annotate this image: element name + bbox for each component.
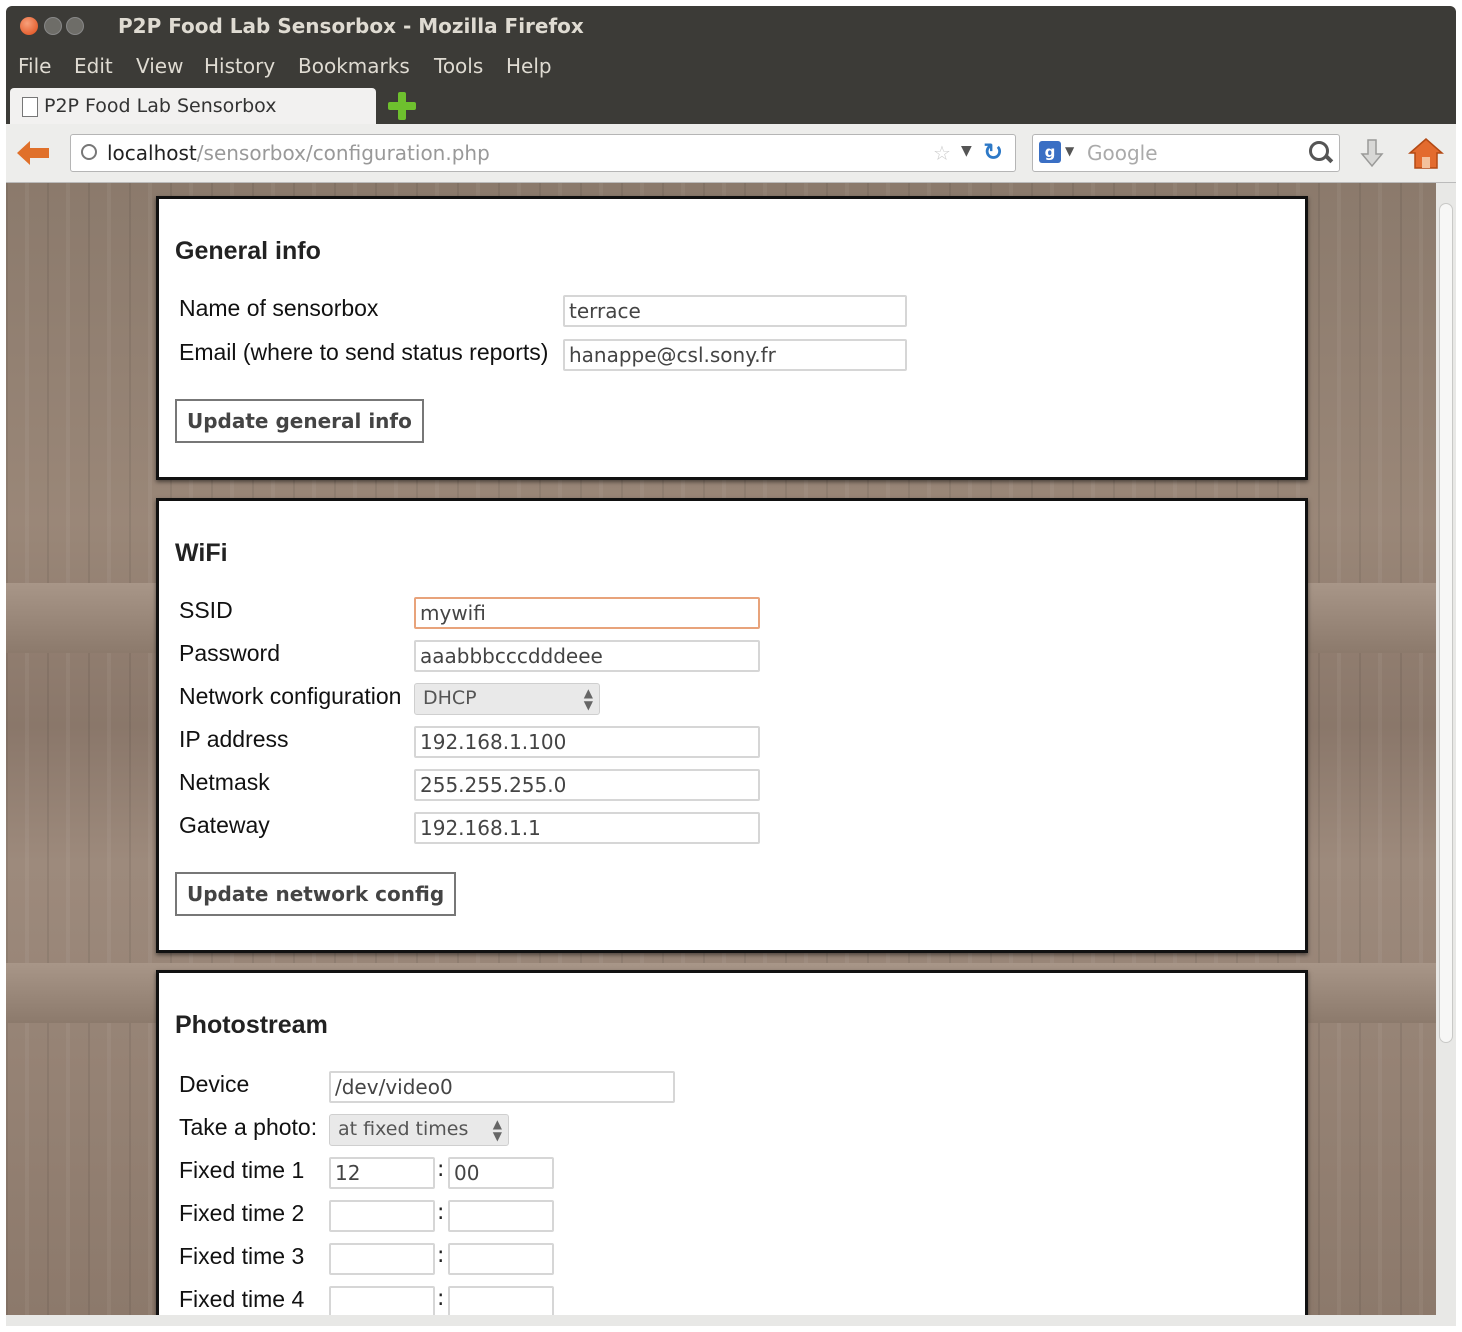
- gateway-label: Gateway: [179, 812, 270, 838]
- sensorbox-name-input[interactable]: terrace: [563, 295, 907, 327]
- search-placeholder: Google: [1087, 141, 1158, 165]
- network-configuration-value: DHCP: [423, 687, 477, 709]
- search-bar[interactable]: g ▼ Google: [1032, 134, 1340, 172]
- search-icon[interactable]: [1309, 141, 1329, 161]
- fixed-time-1-minute-input[interactable]: 00: [448, 1157, 554, 1189]
- reload-icon[interactable]: ↻: [983, 138, 1003, 166]
- browser-window: P2P Food Lab Sensorbox - Mozilla Firefox…: [6, 6, 1456, 1326]
- time-separator: :: [437, 1157, 445, 1182]
- fixed-time-2-hour-input[interactable]: [329, 1200, 435, 1232]
- menu-view[interactable]: View: [136, 54, 183, 78]
- fixed-time-1-label: Fixed time 1: [179, 1157, 305, 1183]
- fixed-time-3-minute-input[interactable]: [448, 1243, 554, 1275]
- select-arrows-icon: ▲ ▼: [492, 1117, 502, 1143]
- wifi-panel: WiFi SSID mywifi Password aaabbbcccdddee…: [156, 498, 1308, 953]
- netmask-label: Netmask: [179, 769, 270, 795]
- new-tab-icon[interactable]: [388, 92, 416, 120]
- fixed-time-3-hour-input[interactable]: [329, 1243, 435, 1275]
- ssid-input[interactable]: mywifi: [414, 597, 760, 629]
- fixed-time-4-hour-input[interactable]: [329, 1286, 435, 1315]
- vertical-scrollbar[interactable]: [1436, 183, 1456, 1315]
- time-separator: :: [437, 1200, 445, 1225]
- update-network-config-button[interactable]: Update network config: [175, 872, 457, 916]
- title-bar: P2P Food Lab Sensorbox - Mozilla Firefox: [6, 6, 1456, 46]
- fixed-time-4-label: Fixed time 4: [179, 1286, 305, 1312]
- email-label: Email (where to send status reports): [179, 339, 549, 365]
- minimize-window-icon[interactable]: [44, 17, 62, 35]
- maximize-window-icon[interactable]: [66, 17, 84, 35]
- menu-file[interactable]: File: [18, 54, 51, 78]
- tab-sensorbox[interactable]: P2P Food Lab Sensorbox: [10, 88, 376, 124]
- tab-bar: P2P Food Lab Sensorbox: [6, 86, 1456, 124]
- update-general-info-button[interactable]: Update general info: [175, 399, 424, 443]
- password-input[interactable]: aaabbbcccdddeee: [414, 640, 760, 672]
- select-arrows-icon: ▲ ▼: [583, 686, 593, 712]
- home-icon[interactable]: [1408, 136, 1444, 170]
- name-label: Name of sensorbox: [179, 295, 379, 321]
- network-configuration-label: Network configuration: [179, 683, 402, 709]
- email-input[interactable]: hanappe@csl.sony.fr: [563, 339, 907, 371]
- network-configuration-select[interactable]: DHCP ▲ ▼: [414, 683, 600, 715]
- back-arrow-icon[interactable]: [16, 140, 50, 166]
- search-engine-icon[interactable]: g: [1039, 141, 1061, 163]
- fixed-time-2-label: Fixed time 2: [179, 1200, 305, 1226]
- fixed-time-1-hour-input[interactable]: 12: [329, 1157, 435, 1189]
- gateway-input[interactable]: 192.168.1.1: [414, 812, 760, 844]
- site-identity-icon[interactable]: [81, 144, 97, 160]
- url-bar[interactable]: localhost/sensorbox/configuration.php ☆ …: [70, 134, 1016, 172]
- url-history-dropdown-icon[interactable]: ▼: [961, 143, 972, 159]
- general-info-panel: General info Name of sensorbox terrace E…: [156, 196, 1308, 480]
- take-photo-label: Take a photo:: [179, 1114, 318, 1140]
- close-window-icon[interactable]: [20, 17, 38, 35]
- window-title: P2P Food Lab Sensorbox - Mozilla Firefox: [118, 14, 584, 38]
- take-photo-select[interactable]: at fixed times ▲ ▼: [329, 1114, 509, 1146]
- ssid-label: SSID: [179, 597, 233, 623]
- password-label: Password: [179, 640, 280, 666]
- time-separator: :: [437, 1286, 445, 1311]
- menu-bar: File Edit View History Bookmarks Tools H…: [6, 46, 1456, 86]
- ip-address-label: IP address: [179, 726, 289, 752]
- menu-help[interactable]: Help: [506, 54, 552, 78]
- device-input[interactable]: /dev/video0: [329, 1071, 675, 1103]
- fixed-time-2-minute-input[interactable]: [448, 1200, 554, 1232]
- photostream-heading: Photostream: [175, 1011, 328, 1039]
- downloads-icon[interactable]: [1360, 138, 1384, 170]
- url-text[interactable]: localhost/sensorbox/configuration.php: [107, 141, 490, 165]
- time-separator: :: [437, 1243, 445, 1268]
- menu-bookmarks[interactable]: Bookmarks: [298, 54, 410, 78]
- menu-history[interactable]: History: [204, 54, 275, 78]
- take-photo-value: at fixed times: [338, 1118, 469, 1140]
- menu-tools[interactable]: Tools: [434, 54, 483, 78]
- navigation-bar: localhost/sensorbox/configuration.php ☆ …: [6, 124, 1456, 183]
- device-label: Device: [179, 1071, 250, 1097]
- wifi-heading: WiFi: [175, 539, 228, 567]
- fixed-time-4-minute-input[interactable]: [448, 1286, 554, 1315]
- scrollbar-thumb[interactable]: [1439, 203, 1453, 1043]
- tab-label: P2P Food Lab Sensorbox: [44, 95, 277, 117]
- horizontal-scrollbar[interactable]: [6, 1315, 1456, 1326]
- bookmark-star-icon[interactable]: ☆: [933, 141, 951, 165]
- photostream-panel: Photostream Device /dev/video0 Take a ph…: [156, 970, 1308, 1315]
- general-info-heading: General info: [175, 237, 321, 265]
- search-engine-dropdown-icon[interactable]: ▼: [1065, 144, 1074, 158]
- fixed-time-3-label: Fixed time 3: [179, 1243, 305, 1269]
- page-content: General info Name of sensorbox terrace E…: [6, 183, 1436, 1315]
- ip-address-input[interactable]: 192.168.1.100: [414, 726, 760, 758]
- netmask-input[interactable]: 255.255.255.0: [414, 769, 760, 801]
- menu-edit[interactable]: Edit: [74, 54, 113, 78]
- page-icon: [22, 97, 38, 117]
